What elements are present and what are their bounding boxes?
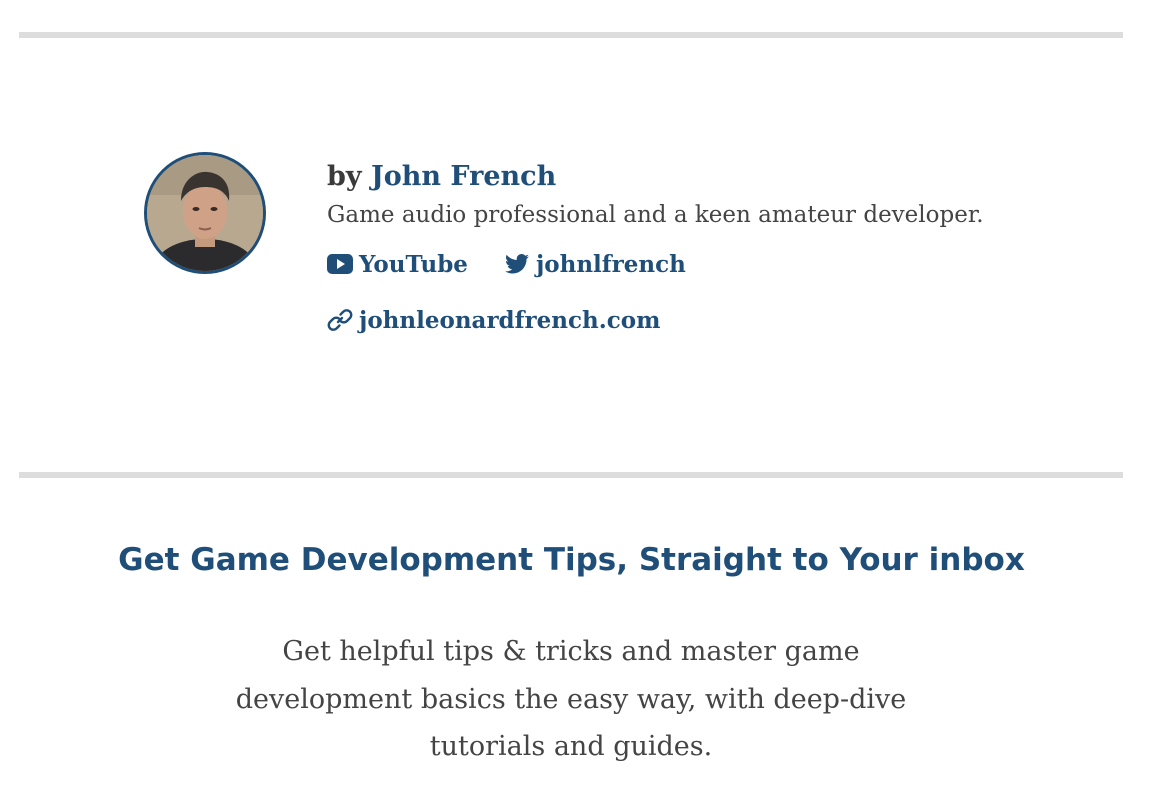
website-link[interactable]: johnleonardfrench.com bbox=[327, 307, 660, 334]
section-divider bbox=[19, 472, 1123, 478]
page: by John French Game audio professional a… bbox=[0, 0, 1163, 794]
newsletter-title: Get Game Development Tips, Straight to Y… bbox=[118, 542, 1025, 578]
youtube-label: YouTube bbox=[359, 250, 468, 278]
youtube-icon bbox=[327, 251, 353, 277]
author-info: by John French Game audio professional a… bbox=[327, 158, 1087, 335]
author-avatar[interactable] bbox=[144, 152, 266, 274]
twitter-icon bbox=[504, 251, 530, 277]
newsletter-description: Get helpful tips & tricks and master gam… bbox=[235, 636, 907, 762]
link-icon bbox=[327, 307, 353, 333]
twitter-link[interactable]: johnlfrench bbox=[504, 251, 686, 278]
website-row: johnleonardfrench.com bbox=[327, 305, 1087, 335]
twitter-label: johnlfrench bbox=[535, 250, 686, 278]
youtube-link[interactable]: YouTube bbox=[327, 251, 468, 278]
author-photo bbox=[147, 155, 263, 271]
author-byline: by John French bbox=[327, 158, 1087, 196]
website-label: johnleonardfrench.com bbox=[359, 306, 661, 334]
social-links: YouTube johnlfrench bbox=[327, 249, 1087, 279]
author-box: by John French Game audio professional a… bbox=[0, 38, 1163, 472]
author-name-link[interactable]: John French bbox=[371, 161, 556, 192]
by-label: by bbox=[327, 161, 362, 192]
author-bio: Game audio professional and a keen amate… bbox=[327, 202, 984, 228]
